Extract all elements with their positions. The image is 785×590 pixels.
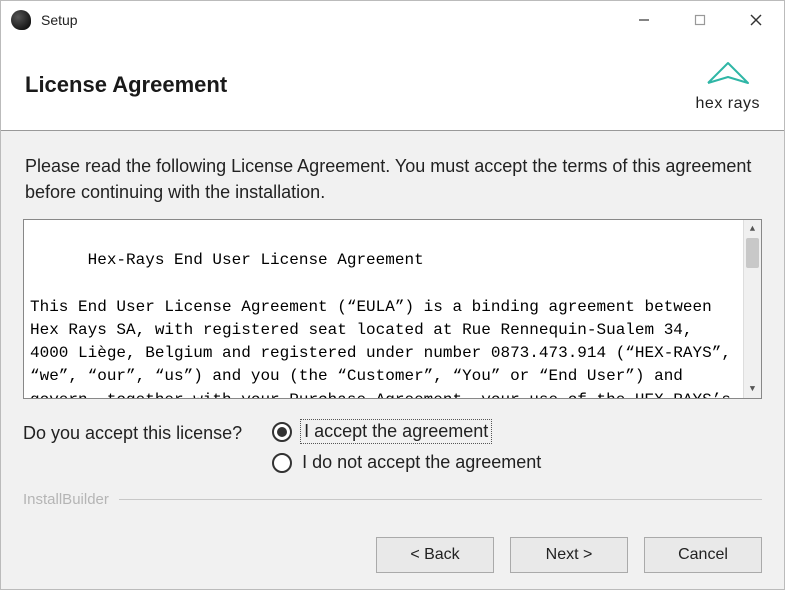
- builder-watermark: InstallBuilder: [23, 491, 762, 508]
- radio-reject-label: I do not accept the agreement: [302, 452, 541, 473]
- maximize-button[interactable]: [672, 1, 728, 39]
- close-button[interactable]: [728, 1, 784, 39]
- eula-scrollbar[interactable]: ▲ ▼: [743, 220, 761, 398]
- cancel-button[interactable]: Cancel: [644, 537, 762, 573]
- app-icon: [11, 10, 31, 30]
- wizard-footer: < Back Next > Cancel: [1, 525, 784, 589]
- eula-content: Hex-Rays End User License Agreement This…: [30, 251, 741, 399]
- window-controls: [616, 1, 784, 39]
- minimize-button[interactable]: [616, 1, 672, 39]
- divider-line: [119, 499, 762, 500]
- wizard-body: Please read the following License Agreem…: [1, 131, 784, 525]
- radio-reject-circle: [272, 453, 292, 473]
- radio-accept-circle: [272, 422, 292, 442]
- page-title: License Agreement: [25, 72, 227, 98]
- hexrays-logo-icon: [702, 57, 754, 93]
- radio-reject[interactable]: I do not accept the agreement: [272, 452, 541, 473]
- scroll-down-arrow-icon[interactable]: ▼: [744, 380, 761, 398]
- titlebar: Setup: [1, 1, 784, 39]
- instruction-text: Please read the following License Agreem…: [25, 153, 760, 205]
- back-button[interactable]: < Back: [376, 537, 494, 573]
- brand-logo: hex rays: [696, 57, 760, 113]
- maximize-icon: [694, 14, 706, 26]
- scroll-thumb[interactable]: [746, 238, 759, 268]
- accept-row: Do you accept this license? I accept the…: [23, 421, 762, 473]
- accept-question-label: Do you accept this license?: [23, 421, 242, 444]
- close-icon: [749, 13, 763, 27]
- minimize-icon: [638, 14, 650, 26]
- radio-accept[interactable]: I accept the agreement: [272, 421, 541, 442]
- scroll-up-arrow-icon[interactable]: ▲: [744, 220, 761, 238]
- builder-label: InstallBuilder: [23, 491, 109, 508]
- wizard-header: License Agreement hex rays: [1, 39, 784, 131]
- installer-window: Setup License Agreement hex rays Please …: [0, 0, 785, 590]
- eula-textbox[interactable]: Hex-Rays End User License Agreement This…: [23, 219, 762, 399]
- accept-radio-group: I accept the agreement I do not accept t…: [272, 421, 541, 473]
- scroll-track[interactable]: [744, 238, 761, 380]
- next-button[interactable]: Next >: [510, 537, 628, 573]
- radio-dot-icon: [277, 427, 287, 437]
- window-title: Setup: [41, 12, 78, 28]
- brand-text: hex rays: [696, 95, 760, 113]
- radio-accept-label: I accept the agreement: [302, 421, 490, 442]
